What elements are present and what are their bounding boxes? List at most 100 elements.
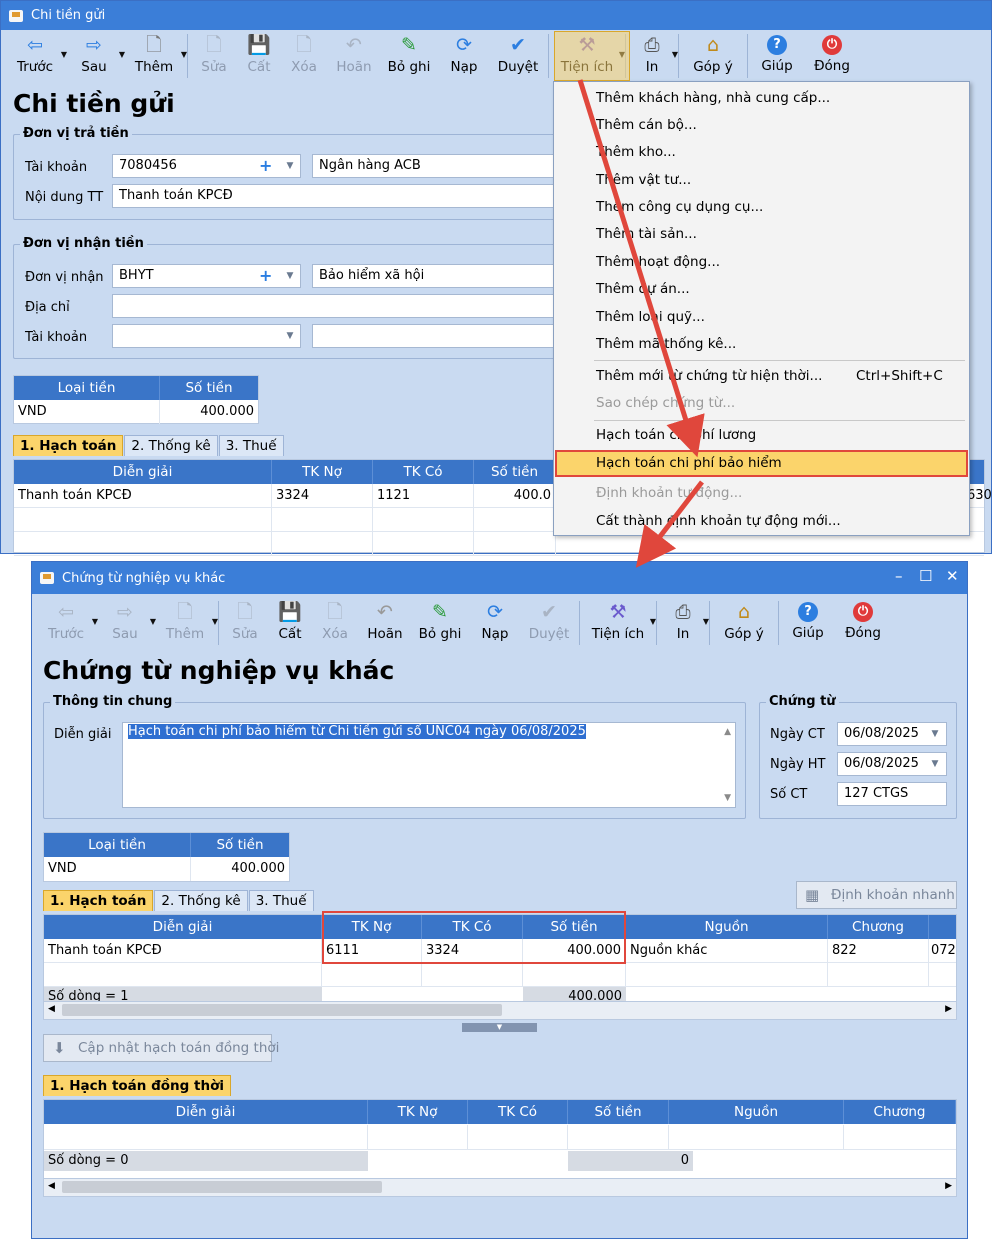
toolbar-button-new-document[interactable]: 🗋 Thêm ▼ xyxy=(154,597,218,649)
table-cell[interactable]: Nguồn khác xyxy=(626,938,828,963)
menu-item-10[interactable]: Thêm mã thống kê... xyxy=(596,336,736,352)
scroll-left-icon[interactable]: ◀ xyxy=(48,1004,55,1014)
chevron-down-icon[interactable]: ▼ xyxy=(928,756,942,772)
table-cell[interactable]: 1121 xyxy=(373,483,474,508)
menu-item-12[interactable]: Sao chép chứng từ... xyxy=(596,395,735,411)
quick-entry-button[interactable]: ▦ Định khoản nhanh xyxy=(796,881,957,909)
menu-item-13[interactable]: Hạch toán chi phí lương xyxy=(596,427,756,443)
table-cell[interactable]: 822 xyxy=(828,938,929,963)
column-header[interactable]: Diễn giải xyxy=(44,1100,368,1124)
account-input[interactable]: 7080456 + ▼ xyxy=(112,154,301,178)
menu-item-3[interactable]: Thêm kho... xyxy=(596,144,676,160)
chevron-down-icon[interactable]: ▼ xyxy=(283,328,297,344)
toolbar-button-delete-document[interactable]: 🗋 Xóa xyxy=(280,30,328,82)
toolbar-button-refresh[interactable]: ⟳ Nạp xyxy=(438,30,490,82)
update-concurrent-button[interactable]: ⬇ Cập nhật hạch toán đồng thời xyxy=(43,1034,279,1062)
menu-item-4[interactable]: Thêm vật tư... xyxy=(596,172,691,188)
toolbar-button-help[interactable]: ? Giúp xyxy=(781,597,835,649)
description-textarea[interactable]: Hạch toán chi phí bảo hiểm từ Chi tiền g… xyxy=(122,722,736,808)
amount-value[interactable]: 400.000 xyxy=(191,857,289,881)
menu-item-2[interactable]: Thêm cán bộ... xyxy=(596,117,697,133)
column-header[interactable]: Nguồn xyxy=(669,1100,844,1124)
scroll-right-icon[interactable]: ▶ xyxy=(945,1004,952,1014)
toolbar-button-new-document[interactable]: 🗋 Thêm ▼ xyxy=(123,30,187,82)
add-icon[interactable]: + xyxy=(259,266,272,285)
menu-item-11[interactable]: Thêm mới từ chứng từ hiện thời... xyxy=(596,368,822,384)
dropdown-arrow-icon[interactable]: ▼ xyxy=(672,50,678,59)
column-header[interactable]: Chương xyxy=(828,915,929,939)
menu-item-16[interactable]: Cất thành định khoản tự động mới... xyxy=(596,513,841,529)
column-header[interactable]: TK Có xyxy=(468,1100,568,1124)
tab-3[interactable]: 3. Thuế xyxy=(218,435,284,456)
bank-name-field[interactable]: Ngân hàng ACB xyxy=(312,154,556,178)
voucher-no-input[interactable]: 127 CTGS xyxy=(837,782,947,806)
posting-date-input[interactable]: 06/08/2025 ▼ xyxy=(837,752,947,776)
toolbar-button-check[interactable]: ✔ Duyệt xyxy=(490,30,546,82)
receiver-account-name[interactable] xyxy=(312,324,556,348)
menu-item-9[interactable]: Thêm loại quỹ... xyxy=(596,309,705,325)
table-cell[interactable]: Thanh toán KPCĐ xyxy=(14,483,272,508)
tab-3[interactable]: 3. Thuế xyxy=(248,890,314,911)
toolbar-button-save[interactable]: 💾 Cất xyxy=(238,30,280,82)
currency-value[interactable]: VND xyxy=(44,857,191,881)
toolbar-button-feedback[interactable]: ⌂ Góp ý xyxy=(681,30,745,82)
menu-item-8[interactable]: Thêm dự án... xyxy=(596,281,690,297)
scroll-thumb[interactable] xyxy=(62,1181,382,1193)
toolbar-button-power[interactable]: ⏻ Đóng xyxy=(804,30,860,82)
toolbar-button-power[interactable]: ⏻ Đóng xyxy=(835,597,891,649)
chevron-down-icon[interactable]: ▼ xyxy=(283,158,297,174)
scroll-left-icon[interactable]: ◀ xyxy=(48,1181,55,1191)
column-header[interactable]: Diễn giải xyxy=(44,915,322,939)
column-header[interactable]: TK Có xyxy=(373,460,474,484)
menu-item-6[interactable]: Thêm tài sản... xyxy=(596,226,697,242)
toolbar-button-arrow-right[interactable]: ⇨ Sau ▼ xyxy=(65,30,125,82)
toolbar-button-printer[interactable]: ⎙ In ▼ xyxy=(628,30,678,82)
dropdown-arrow-icon[interactable]: ▼ xyxy=(650,617,656,626)
column-header[interactable]: TK Nợ xyxy=(368,1100,468,1124)
column-header[interactable]: Số tiền xyxy=(474,460,556,484)
menu-item-1[interactable]: Thêm khách hàng, nhà cung cấp... xyxy=(596,90,830,106)
dropdown-arrow-icon[interactable]: ▼ xyxy=(181,50,187,59)
horizontal-scrollbar[interactable]: ◀ ▶ xyxy=(44,1178,956,1196)
column-header[interactable]: Số tiền xyxy=(568,1100,669,1124)
scroll-thumb[interactable] xyxy=(62,1004,502,1016)
scroll-down-icon[interactable]: ▼ xyxy=(724,793,731,803)
toolbar-button-tools[interactable]: ⚒ Tiện ích ▼ xyxy=(582,597,656,649)
receiver-account-input[interactable]: ▼ xyxy=(112,324,301,348)
toolbar-button-arrow-left[interactable]: ⇦ Trước ▼ xyxy=(5,30,67,82)
table-cell[interactable]: Thanh toán KPCĐ xyxy=(44,938,322,963)
tab-1[interactable]: 1. Hạch toán xyxy=(43,890,154,911)
toolbar-button-unpost[interactable]: ✎ Bỏ ghi xyxy=(380,30,438,82)
toolbar-button-arrow-right[interactable]: ⇨ Sau ▼ xyxy=(96,597,156,649)
toolbar-button-undo[interactable]: ↶ Hoãn xyxy=(359,597,411,649)
add-icon[interactable]: + xyxy=(259,156,272,175)
amount-value[interactable]: 400.000 xyxy=(160,400,258,424)
column-header[interactable]: Chương xyxy=(844,1100,956,1124)
menu-item-14[interactable]: Hạch toán chi phí bảo hiểm xyxy=(596,455,782,471)
tab-concurrent-entry[interactable]: 1. Hạch toán đồng thời xyxy=(43,1075,231,1096)
toolbar-button-undo[interactable]: ↶ Hoãn xyxy=(328,30,380,82)
minimize-button[interactable]: – xyxy=(895,567,903,585)
tab-2[interactable]: 2. Thống kê xyxy=(124,435,218,456)
table-cell[interactable]: 3324 xyxy=(272,483,373,508)
menu-item-7[interactable]: Thêm hoạt động... xyxy=(596,254,720,270)
address-input[interactable] xyxy=(112,294,556,318)
toolbar-button-feedback[interactable]: ⌂ Góp ý xyxy=(712,597,776,649)
maximize-button[interactable]: ☐ xyxy=(919,567,932,585)
horizontal-scrollbar[interactable]: ◀ ▶ xyxy=(44,1001,956,1019)
toolbar-button-printer[interactable]: ⎙ In ▼ xyxy=(659,597,709,649)
splitter-handle[interactable]: ▼ xyxy=(462,1023,537,1032)
voucher-date-input[interactable]: 06/08/2025 ▼ xyxy=(837,722,947,746)
toolbar-button-edit-document[interactable]: 🗋 Sửa xyxy=(190,30,238,82)
column-header[interactable]: TK Nợ xyxy=(272,460,373,484)
content-input[interactable]: Thanh toán KPCĐ xyxy=(112,184,556,208)
scroll-right-icon[interactable]: ▶ xyxy=(945,1181,952,1191)
column-header[interactable]: Diễn giải xyxy=(14,460,272,484)
toolbar-button-check[interactable]: ✔ Duyệt xyxy=(521,597,577,649)
toolbar-button-delete-document[interactable]: 🗋 Xóa xyxy=(311,597,359,649)
chevron-down-icon[interactable]: ▼ xyxy=(283,268,297,284)
menu-item-15[interactable]: Định khoản tự động... xyxy=(596,485,742,501)
column-header[interactable]: Nguồn xyxy=(626,915,828,939)
tab-1[interactable]: 1. Hạch toán xyxy=(13,435,124,456)
toolbar-button-save[interactable]: 💾 Cất xyxy=(269,597,311,649)
